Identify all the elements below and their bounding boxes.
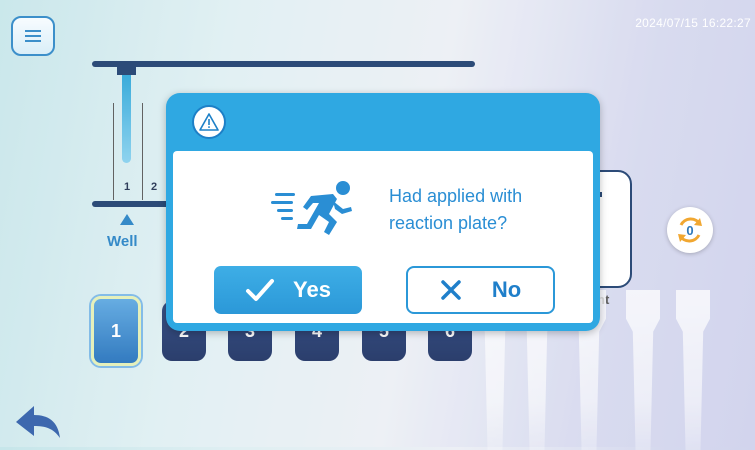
yes-button-label: Yes bbox=[293, 277, 331, 302]
no-button[interactable]: No bbox=[406, 266, 555, 314]
dialog-message: Had applied with reaction plate? bbox=[389, 183, 589, 237]
running-person-icon bbox=[271, 181, 352, 235]
dialog-message-line-1: Had applied with bbox=[389, 186, 523, 206]
yes-button[interactable]: Yes bbox=[214, 266, 362, 314]
warning-badge bbox=[192, 105, 226, 139]
dialog-message-line-2: reaction plate? bbox=[389, 213, 508, 233]
warning-icon bbox=[199, 113, 219, 131]
checkmark-icon bbox=[246, 279, 275, 301]
close-icon bbox=[441, 280, 461, 300]
no-button-label: No bbox=[491, 277, 522, 302]
confirm-dialog: Had applied with reaction plate? Yes No bbox=[166, 93, 600, 331]
